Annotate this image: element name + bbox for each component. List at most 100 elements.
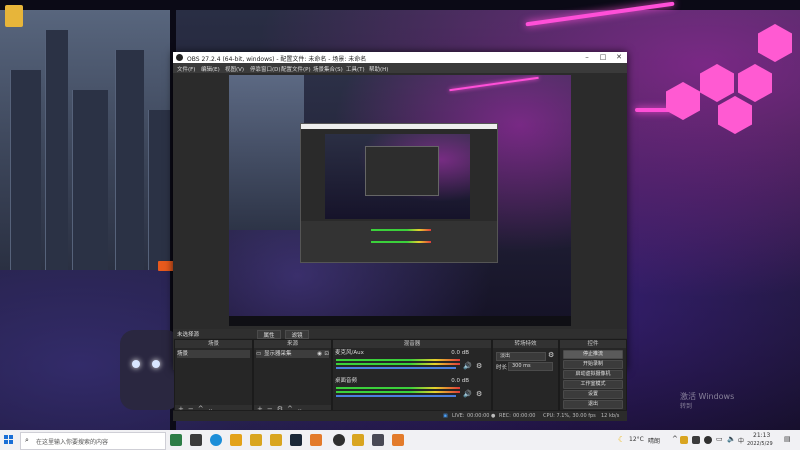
menu-docks[interactable]: 停靠窗口(D) (250, 65, 281, 73)
preview-taskbar (229, 316, 571, 326)
scenes-title: 场景 (175, 340, 252, 348)
weather-temp[interactable]: 12°C (629, 436, 644, 443)
nested-obs-preview (300, 123, 498, 263)
scenes-dock: 场景 场景 +−^⌄ (174, 339, 253, 414)
city-window-scene (0, 0, 175, 270)
window-title: OBS 27.2.4 (64-bit, windows) - 配置文件: 未命名… (187, 56, 367, 63)
filters-button[interactable]: 滤镜 (285, 330, 309, 339)
menu-scene-collection[interactable]: 场景集合(S) (313, 65, 343, 73)
taskbar-search[interactable]: ⌕ 在这里输入你要搜索的内容 (20, 432, 166, 450)
rec-label: REC: (499, 413, 511, 419)
menu-help[interactable]: 帮助(H) (369, 65, 388, 73)
monitor-icon: ▭ (256, 351, 262, 357)
studio-mode-button[interactable]: 工作室模式 (563, 380, 623, 389)
rec-time: 00:00:00 (513, 413, 536, 419)
desktop-file-icon[interactable] (5, 5, 23, 27)
search-placeholder: 在这里输入你要搜索的内容 (36, 439, 109, 446)
obs-taskbar-icon[interactable] (333, 434, 345, 446)
lock-icon[interactable]: ⊡ (324, 350, 329, 358)
tray-app-icon-2[interactable] (692, 436, 700, 444)
transitions-dock: 转场特效 淡出 ⚙ 时长 300 ms (492, 339, 559, 414)
scene-item[interactable]: 场景 (177, 350, 250, 358)
controls-dock: 控件 停止推流 开始录制 启动虚拟摄像机 工作室模式 设置 退出 (559, 339, 627, 414)
start-recording-button[interactable]: 开始录制 (563, 360, 623, 369)
clock-date[interactable]: 2022/5/29 (747, 441, 773, 447)
weather-icon[interactable]: ☾ (618, 435, 625, 444)
windows-taskbar: ⌕ 在这里输入你要搜索的内容 ☾ 12°C 晴朗 ^ ▭ 🔈 中 21:13 2… (0, 430, 800, 450)
controls-title: 控件 (560, 340, 626, 348)
menu-tools[interactable]: 工具(T) (346, 65, 365, 73)
cpu-status: CPU: 7.1%, 30.00 fps (543, 413, 596, 419)
mic-speaker-icon[interactable]: 🔊 (463, 362, 472, 370)
sources-dock: 来源 ▭ 显示器采集 ◉ ⊡ +−⚙^⌄ (253, 339, 332, 414)
eye-icon[interactable]: ◉ (317, 350, 322, 358)
preview-canvas[interactable] (229, 75, 571, 326)
weather-desc[interactable]: 晴朗 (648, 436, 660, 445)
explorer-icon[interactable] (230, 434, 242, 446)
mixer-title: 混音器 (333, 340, 491, 348)
no-source-label: 未选择源 (177, 332, 200, 338)
app-icon-5[interactable] (372, 434, 384, 446)
rec-icon: ● (491, 413, 496, 419)
volume-icon[interactable]: 🔈 (727, 435, 736, 443)
tray-obs-icon[interactable] (704, 436, 712, 444)
settings-button[interactable]: 设置 (563, 390, 623, 399)
notification-icon[interactable]: ▤ (784, 435, 791, 443)
menu-view[interactable]: 视图(V) (225, 65, 244, 73)
app-icon-2[interactable] (270, 434, 282, 446)
sources-title: 来源 (254, 340, 331, 348)
clock-time[interactable]: 21:13 (753, 432, 770, 439)
network-icon[interactable]: ▭ (716, 435, 723, 443)
desktop-gear-icon[interactable]: ⚙ (476, 390, 482, 398)
mixer-dock: 混音器 麦克风/Aux 0.0 dB 🔊 ⚙ 桌面音频 0.0 dB 🔊 ⚙ (332, 339, 492, 414)
tray-chevron-icon[interactable]: ^ (672, 435, 678, 443)
bitrate: 12 kb/s (601, 413, 620, 419)
task-view-icon[interactable] (190, 434, 202, 446)
tray-app-icon-1[interactable] (680, 436, 688, 444)
properties-button[interactable]: 属性 (257, 330, 281, 339)
menu-bar: 文件(F) 编辑(E) 视图(V) 停靠窗口(D) 配置文件(P) 场景集合(S… (173, 63, 627, 73)
headset-app-icon[interactable] (170, 434, 182, 446)
mic-db: 0.0 dB (451, 350, 469, 356)
menu-file[interactable]: 文件(F) (177, 65, 195, 73)
source-item[interactable]: ▭ 显示器采集 ◉ ⊡ (256, 350, 329, 358)
transition-gear-icon[interactable]: ⚙ (548, 351, 554, 359)
app-icon-4[interactable] (352, 434, 364, 446)
exit-button[interactable]: 退出 (563, 400, 623, 409)
robot-figure (120, 330, 180, 410)
mic-gear-icon[interactable]: ⚙ (476, 362, 482, 370)
live-icon: ▣ (443, 413, 448, 419)
minimize-icon[interactable]: – (579, 52, 595, 63)
stop-streaming-button[interactable]: 停止推流 (563, 350, 623, 359)
edge-icon[interactable] (210, 434, 222, 446)
mic-volume-slider[interactable] (336, 367, 456, 369)
obs-logo-icon (176, 54, 183, 61)
app-icon-6[interactable] (392, 434, 404, 446)
app-icon-3[interactable] (310, 434, 322, 446)
status-bar: ▣ LIVE: 00:00:00 ● REC: 00:00:00 CPU: 7.… (173, 410, 627, 421)
close-icon[interactable]: ✕ (611, 52, 627, 63)
search-icon: ⌕ (25, 436, 29, 444)
steam-icon[interactable] (290, 434, 302, 446)
maximize-icon[interactable]: □ (595, 52, 611, 63)
transition-select[interactable]: 淡出 (496, 352, 546, 361)
obs-window[interactable]: OBS 27.2.4 (64-bit, windows) - 配置文件: 未命名… (173, 52, 627, 421)
desktop-meter (336, 387, 460, 389)
live-time: 00:00:00 (467, 413, 490, 419)
menu-profile[interactable]: 配置文件(P) (281, 65, 311, 73)
duration-label: 时长 (496, 365, 508, 371)
menu-edit[interactable]: 编辑(E) (201, 65, 220, 73)
start-icon[interactable] (4, 435, 14, 445)
desktop-volume-slider[interactable] (336, 395, 456, 397)
duration-input[interactable]: 300 ms (508, 362, 553, 371)
app-icon-1[interactable] (250, 434, 262, 446)
mic-meter (336, 359, 460, 361)
obs-titlebar[interactable]: OBS 27.2.4 (64-bit, windows) - 配置文件: 未命名… (173, 52, 627, 63)
source-toolbar: 未选择源 属性 滤镜 (173, 329, 627, 339)
activate-windows-watermark: 激活 Windows 转到 (680, 392, 735, 410)
transitions-title: 转场特效 (493, 340, 558, 348)
virtual-camera-button[interactable]: 启动虚拟摄像机 (563, 370, 623, 379)
live-label: LIVE: (452, 413, 465, 419)
desktop-speaker-icon[interactable]: 🔊 (463, 390, 472, 398)
input-language[interactable]: 中 (738, 436, 744, 445)
